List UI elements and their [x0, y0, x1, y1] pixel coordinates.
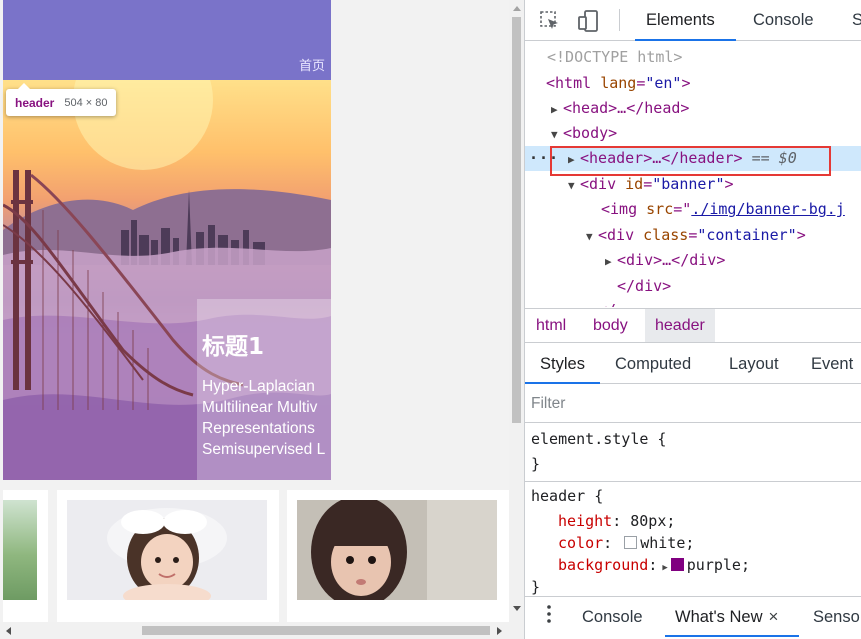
scroll-down-icon[interactable] — [513, 606, 521, 611]
devtools-toolbar: Elements Console S — [525, 0, 861, 41]
drawer-tab-console[interactable]: Console — [582, 597, 643, 637]
breadcrumb-html[interactable]: html — [526, 309, 576, 342]
banner: 标题1 Hyper-Laplacian Multilinear Multiv R… — [3, 80, 331, 480]
drawer-menu-icon[interactable] — [547, 604, 551, 624]
horizontal-scrollbar[interactable] — [0, 622, 524, 639]
rule-close-brace: } — [531, 455, 541, 473]
close-icon[interactable]: × — [769, 607, 779, 626]
caption-line: Representations — [202, 420, 315, 437]
tab-sources[interactable]: S — [852, 0, 861, 41]
inspect-element-icon[interactable] — [538, 9, 562, 33]
dom-node-html[interactable]: <html lang="en"> — [525, 71, 861, 96]
img-src-link[interactable]: ./img/banner-bg.j — [691, 200, 845, 218]
color-swatch[interactable] — [624, 536, 638, 549]
tab-event-listeners[interactable]: Event — [811, 344, 853, 384]
style-property-background[interactable]: background: ▶ purple; — [558, 554, 750, 576]
drawer-tab-sensors[interactable]: Senso — [813, 597, 860, 637]
color-swatch[interactable] — [670, 558, 684, 571]
style-property-height[interactable]: height: 80px; — [558, 510, 675, 532]
expand-triangle-icon[interactable]: ▶ — [662, 557, 667, 579]
sidebar-tabs: Styles Computed Layout Event — [525, 344, 861, 384]
breadcrumb-header[interactable]: header — [645, 309, 715, 342]
drawer-tab-whats-new[interactable]: What's New × — [665, 597, 799, 637]
tab-computed[interactable]: Computed — [615, 344, 691, 384]
rule-close-brace: } — [531, 578, 541, 596]
dom-node-doctype[interactable]: <!DOCTYPE html> — [525, 45, 861, 70]
dom-node-img[interactable]: <img src="./img/banner-bg.j — [525, 197, 861, 222]
caption-line: Hyper-Laplacian — [202, 378, 315, 395]
toolbar-divider — [619, 9, 620, 31]
element-style-selector[interactable]: element.style { — [531, 428, 666, 450]
card-photo — [67, 500, 267, 600]
styles-filter — [525, 385, 861, 423]
scroll-up-icon[interactable] — [513, 6, 521, 11]
devtools-drawer: Console What's New × Senso — [525, 596, 861, 639]
dom-node-div-child[interactable]: ▶ <div>…</div> — [525, 248, 861, 273]
expand-triangle-icon[interactable]: ▶ — [551, 97, 563, 122]
card-photo — [3, 500, 37, 600]
dom-node-div-close[interactable]: </div> — [525, 274, 861, 299]
banner-caption: 标题1 Hyper-Laplacian Multilinear Multiv R… — [197, 299, 331, 480]
header-rule-selector[interactable]: header { — [531, 485, 603, 507]
photo-card[interactable] — [3, 490, 48, 622]
styles-pane: element.style { } header { height: 80px;… — [525, 424, 861, 596]
style-property-color[interactable]: color: white; — [558, 532, 694, 554]
tooltip-tag: header — [15, 95, 55, 110]
collapse-triangle-icon[interactable]: ▼ — [568, 173, 580, 198]
breadcrumb-body[interactable]: body — [583, 309, 638, 342]
page-header: 首页 — [3, 0, 331, 80]
photo-card[interactable] — [57, 490, 279, 622]
expand-triangle-icon[interactable]: ▶ — [605, 249, 617, 274]
scroll-right-icon[interactable] — [497, 627, 502, 635]
caption-line: Multilinear Multiv — [202, 399, 318, 416]
card-photo — [297, 500, 497, 600]
photo-card[interactable] — [287, 490, 509, 622]
page-viewport: 首页 header 504 × 80 标题1 Hyper-Laplacian M… — [0, 0, 509, 622]
highlight-box — [550, 146, 831, 176]
vertical-scrollbar[interactable] — [509, 0, 524, 622]
dom-node-body[interactable]: ▼ <body> — [525, 121, 861, 146]
collapse-triangle-icon[interactable]: ▼ — [551, 122, 563, 147]
element-inspect-tooltip: header 504 × 80 — [6, 83, 117, 116]
collapse-triangle-icon[interactable]: ▼ — [586, 224, 598, 249]
dom-node-head[interactable]: ▶ <head>…</head> — [525, 96, 861, 121]
rule-divider — [525, 481, 861, 482]
caption-line: Semisupervised L — [202, 441, 326, 458]
scroll-left-icon[interactable] — [6, 627, 11, 635]
device-toolbar-icon[interactable] — [577, 9, 601, 33]
vertical-scroll-thumb[interactable] — [512, 17, 521, 423]
tab-elements[interactable]: Elements — [635, 0, 736, 41]
tab-layout[interactable]: Layout — [729, 344, 779, 384]
tab-console[interactable]: Console — [753, 0, 814, 41]
tab-styles[interactable]: Styles — [525, 344, 600, 384]
devtools-panel: Elements Console S <!DOCTYPE html> <html… — [524, 0, 861, 639]
dom-node-partial: </ — [525, 298, 861, 307]
tooltip-size: 504 × 80 — [64, 96, 108, 109]
caption-text: Hyper-Laplacian Multilinear Multiv Repre… — [202, 376, 331, 460]
filter-input[interactable] — [531, 391, 861, 417]
horizontal-scroll-thumb[interactable] — [142, 626, 490, 635]
drawer-tab-label: What's New — [675, 608, 763, 626]
dom-node-div-container[interactable]: ▼ <div class="container"> — [525, 223, 861, 248]
caption-title: 标题1 — [202, 334, 265, 360]
nav-home-link[interactable]: 首页 — [299, 55, 325, 74]
breadcrumb: html body header — [525, 308, 861, 343]
